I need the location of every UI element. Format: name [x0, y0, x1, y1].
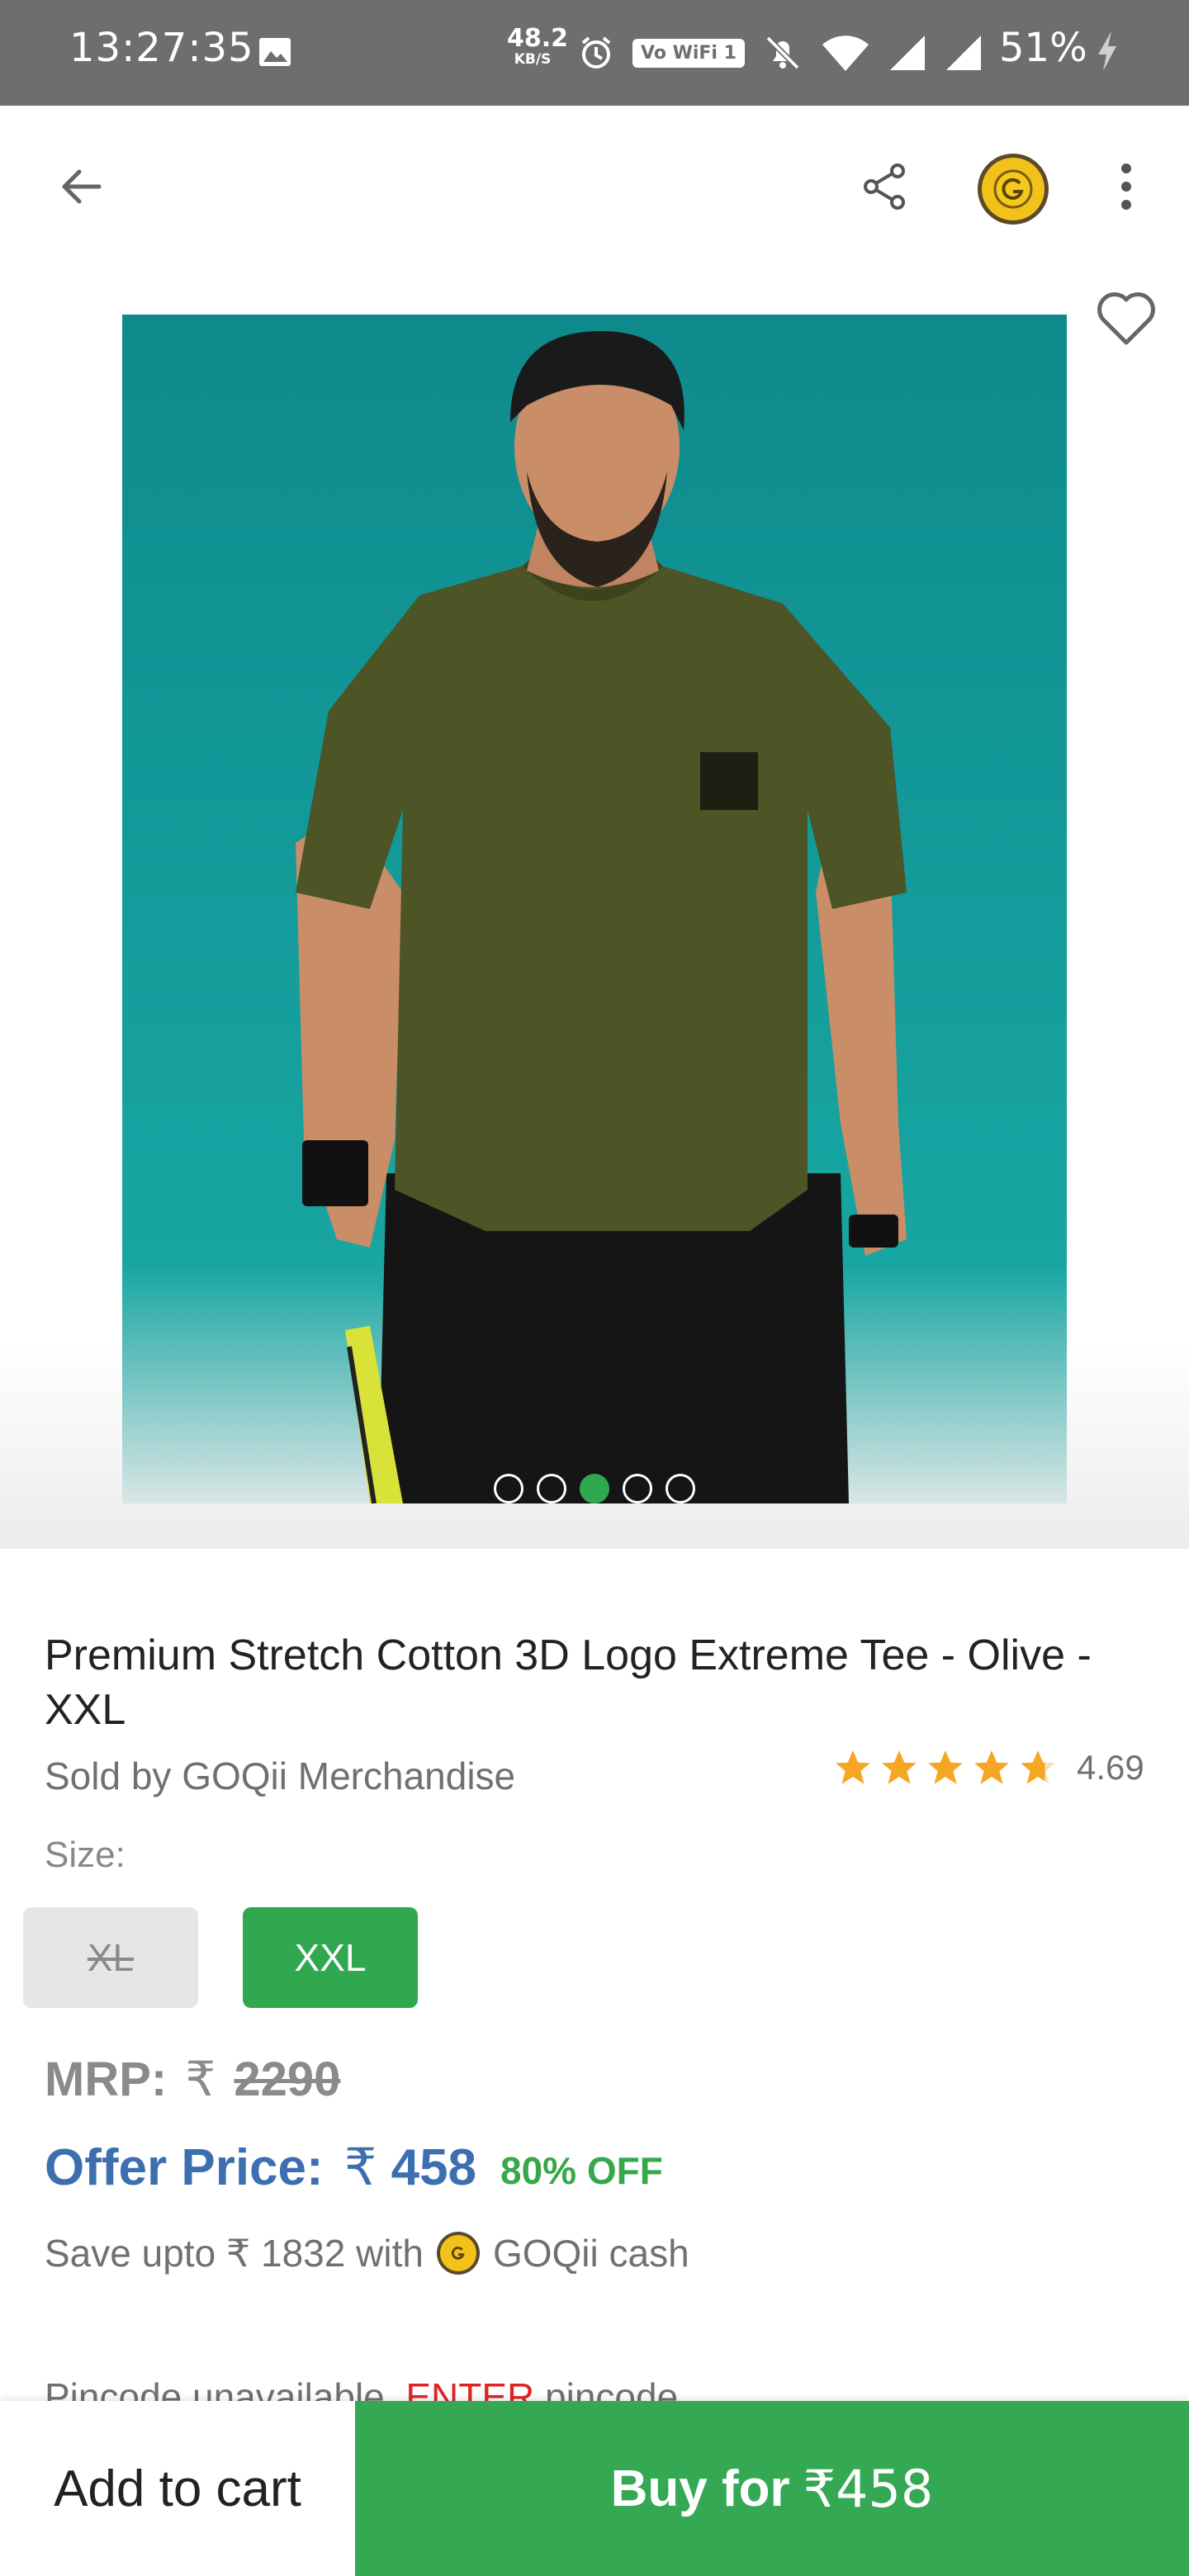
offer-value: 458	[391, 2139, 477, 2196]
size-option-xxl[interactable]: XXL	[243, 1907, 418, 2008]
product-gallery[interactable]	[0, 268, 1189, 1549]
network-speed-unit: KB/S	[514, 51, 552, 68]
offer-price: Offer Price: ₹ 458	[45, 2137, 476, 2197]
carousel-dot[interactable]	[537, 1474, 566, 1503]
heart-icon	[1097, 292, 1155, 345]
app-toolbar	[0, 106, 1189, 268]
signal-2-icon	[945, 36, 981, 70]
buy-price: ₹458	[803, 2458, 934, 2519]
size-option-xl[interactable]: XL	[23, 1907, 198, 2008]
more-vertical-icon	[1121, 163, 1131, 210]
battery-percent: 51%	[999, 25, 1087, 71]
save-with: with	[356, 2232, 424, 2275]
charging-icon	[1098, 31, 1116, 71]
rating-value: 4.69	[1077, 1748, 1144, 1787]
status-bar: 13:27:35 48.2 KB/S Vo WiFi 1 51%	[0, 0, 1189, 106]
goqii-cash-coin-icon	[436, 2232, 480, 2275]
mrp-label: MRP:	[45, 2053, 168, 2106]
product-photo	[296, 331, 907, 1503]
goqii-coin-icon	[982, 158, 1045, 220]
currency-symbol: ₹	[343, 2137, 377, 2197]
network-speed-value: 48.2	[507, 24, 569, 53]
mrp-value: 2290	[234, 2053, 341, 2106]
mute-bell-icon	[765, 36, 800, 70]
more-options-button[interactable]	[1106, 154, 1146, 220]
save-prefix: Save upto	[45, 2232, 216, 2275]
currency-symbol: ₹	[225, 2231, 251, 2275]
network-speed: 48.2 KB/S	[507, 24, 569, 68]
star-half-icon	[1021, 1750, 1055, 1784]
wishlist-button[interactable]	[1092, 284, 1161, 353]
offer-label: Offer Price:	[45, 2139, 324, 2196]
share-icon	[864, 163, 905, 210]
star-icon	[836, 1750, 870, 1784]
buy-label: Buy for	[610, 2460, 790, 2517]
bottom-action-bar: Add to cart Buy for ₹458	[0, 2401, 1189, 2576]
alarm-icon	[581, 36, 611, 69]
product-title: Premium Stretch Cotton 3D Logo Extreme T…	[45, 1631, 1092, 1734]
gallery-notification-icon	[259, 38, 291, 66]
discount-badge: 80% OFF	[500, 2149, 663, 2192]
star-icon	[882, 1750, 917, 1784]
carousel-dot[interactable]	[666, 1474, 695, 1503]
vowifi-badge: Vo WiFi 1	[632, 38, 745, 68]
arrow-left-icon	[62, 169, 102, 204]
star-icon	[928, 1750, 963, 1784]
save-amount: 1832	[261, 2232, 346, 2275]
signal-icon	[889, 36, 925, 70]
carousel-dot[interactable]	[494, 1474, 523, 1503]
carousel-indicator	[0, 1474, 1189, 1503]
rating: 4.69	[832, 1747, 1144, 1788]
size-label: Size:	[45, 1835, 126, 1875]
seller-text: Sold by GOQii Merchandise	[45, 1754, 516, 1797]
currency-symbol: ₹	[185, 2051, 216, 2107]
buy-now-button[interactable]: Buy for ₹458	[355, 2401, 1189, 2576]
carousel-dot[interactable]	[623, 1474, 652, 1503]
add-to-cart-button[interactable]: Add to cart	[0, 2401, 355, 2576]
save-info: Save upto ₹ 1832 with GOQii cash	[45, 2231, 689, 2275]
status-icons: Vo WiFi 1	[578, 28, 983, 78]
star-icon	[974, 1750, 1009, 1784]
save-suffix: GOQii cash	[492, 2232, 689, 2275]
share-button[interactable]	[852, 154, 918, 220]
goqii-coin-button[interactable]	[978, 154, 1049, 225]
status-time: 13:27:35	[69, 25, 254, 71]
product-details: Premium Stretch Cotton 3D Logo Extreme T…	[0, 1549, 1189, 2418]
product-image[interactable]	[122, 315, 1067, 1503]
mrp-price: MRP: ₹ 2290	[45, 2051, 340, 2107]
wifi-icon	[822, 36, 869, 71]
back-button[interactable]	[46, 152, 116, 221]
carousel-dot-active[interactable]	[580, 1474, 609, 1503]
